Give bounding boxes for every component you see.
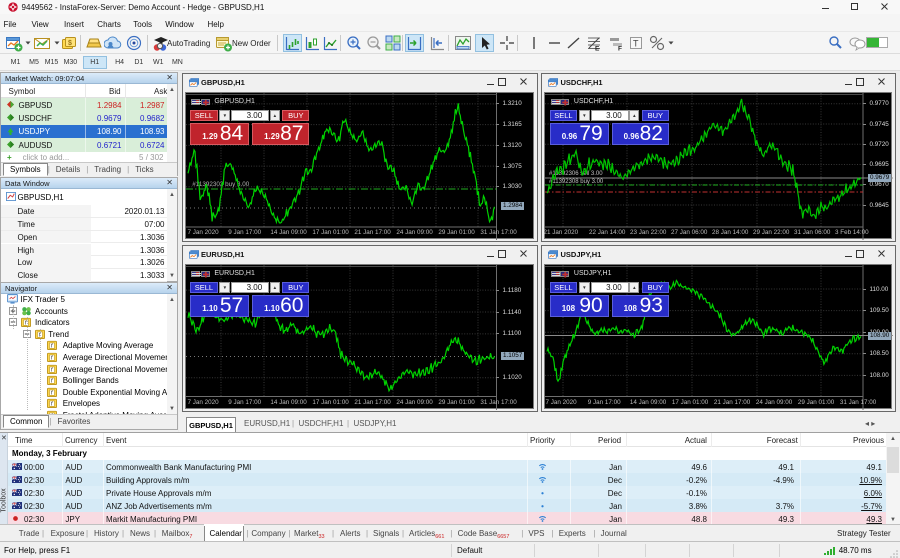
svg-text:F: F bbox=[618, 46, 622, 53]
svg-text:#11392308 buy 3.00: #11392308 buy 3.00 bbox=[549, 179, 604, 185]
svg-text:#11392306 sell 3.00: #11392306 sell 3.00 bbox=[549, 171, 603, 177]
svg-text:T: T bbox=[633, 39, 639, 49]
svg-text:#11392303 buy 3.00: #11392303 buy 3.00 bbox=[192, 181, 249, 188]
svg-text:E: E bbox=[595, 46, 600, 53]
svg-text:$: $ bbox=[68, 40, 72, 47]
